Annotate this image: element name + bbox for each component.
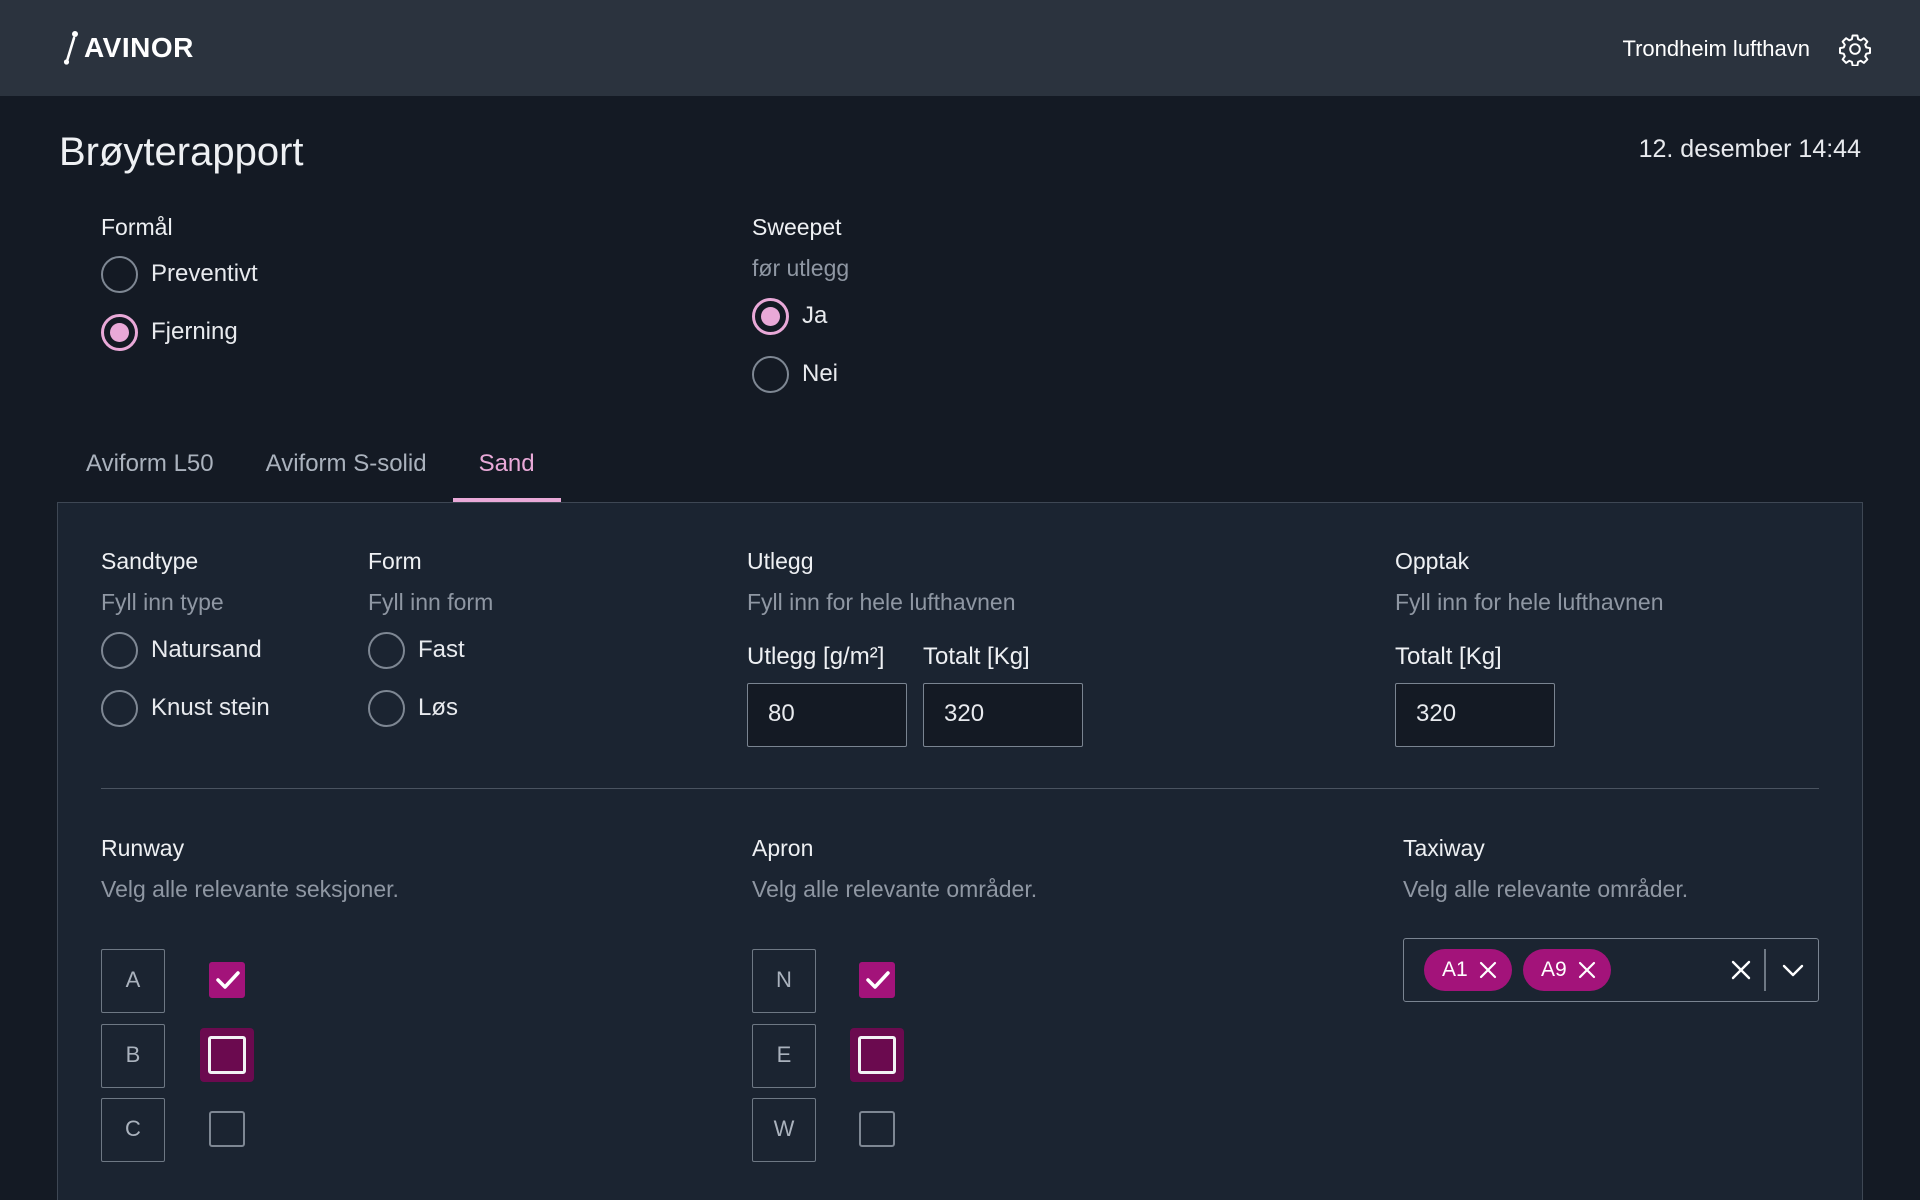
taxiway-chip-a9: A9 bbox=[1523, 949, 1611, 991]
clear-selection-icon[interactable] bbox=[1729, 958, 1753, 982]
radio-ja[interactable]: Ja bbox=[752, 296, 827, 336]
radio-circle[interactable] bbox=[368, 689, 405, 727]
chip-label: A9 bbox=[1541, 958, 1567, 981]
form-subtitle: Fyll inn form bbox=[368, 589, 494, 615]
opptak-total-label: Totalt [Kg] bbox=[1395, 643, 1502, 670]
opptak-subtitle: Fyll inn for hele lufthavnen bbox=[1395, 589, 1664, 615]
radio-circle[interactable] bbox=[101, 689, 138, 727]
runway-checkbox-b[interactable] bbox=[200, 1028, 254, 1082]
sandtype-title: Sandtype bbox=[101, 548, 199, 574]
radio-circle[interactable] bbox=[101, 313, 138, 351]
report-datetime: 12. desember 14:44 bbox=[1638, 135, 1861, 163]
sweepet-title: Sweepet bbox=[752, 214, 842, 240]
utlegg-total-input[interactable]: 320 bbox=[923, 683, 1083, 747]
utlegg-subtitle: Fyll inn for hele lufthavnen bbox=[747, 589, 1016, 615]
section-divider bbox=[101, 788, 1819, 789]
chevron-down-icon[interactable] bbox=[1781, 961, 1805, 979]
remove-chip-icon[interactable] bbox=[1478, 960, 1498, 980]
radio-circle[interactable] bbox=[101, 631, 138, 669]
checkbox[interactable] bbox=[858, 1036, 896, 1074]
utlegg-rate-label: Utlegg [g/m²] bbox=[747, 643, 885, 670]
apron-section-e: E bbox=[752, 1024, 816, 1088]
utlegg-total-label: Totalt [Kg] bbox=[923, 643, 1030, 670]
radio-label: Ja bbox=[802, 302, 828, 329]
radio-label: Fast bbox=[418, 636, 465, 663]
radio-label: Nei bbox=[802, 360, 839, 387]
runway-subtitle: Velg alle relevante seksjoner. bbox=[101, 876, 399, 902]
radio-label: Preventivt bbox=[151, 260, 258, 287]
runway-section-c: C bbox=[101, 1098, 165, 1162]
radio-fast[interactable]: Fast bbox=[368, 630, 465, 670]
chip-label: A1 bbox=[1442, 958, 1468, 981]
taxiway-title: Taxiway bbox=[1403, 835, 1485, 861]
runway-section-a: A bbox=[101, 949, 165, 1013]
apron-section-w: W bbox=[752, 1098, 816, 1162]
apron-checkbox-w[interactable] bbox=[850, 1102, 904, 1156]
taxiway-multiselect[interactable]: A1 A9 bbox=[1403, 938, 1819, 1002]
radio-fjerning[interactable]: Fjerning bbox=[101, 312, 238, 352]
gear-icon[interactable] bbox=[1838, 32, 1872, 66]
apron-subtitle: Velg alle relevante områder. bbox=[752, 876, 1038, 902]
opptak-total-input[interactable]: 320 bbox=[1395, 683, 1555, 747]
tab-sand[interactable]: Sand bbox=[452, 444, 561, 502]
logo-mark-icon bbox=[63, 31, 78, 65]
formal-title: Formål bbox=[101, 214, 173, 240]
taxiway-chip-a1: A1 bbox=[1424, 949, 1512, 991]
utlegg-title: Utlegg bbox=[747, 548, 814, 574]
remove-chip-icon[interactable] bbox=[1577, 960, 1597, 980]
check-icon bbox=[216, 971, 240, 989]
radio-label: Natursand bbox=[151, 636, 262, 663]
radio-circle[interactable] bbox=[752, 297, 789, 335]
runway-checkbox-c[interactable] bbox=[200, 1102, 254, 1156]
runway-title: Runway bbox=[101, 835, 185, 861]
checkbox[interactable] bbox=[859, 1111, 895, 1147]
apron-checkbox-e[interactable] bbox=[850, 1028, 904, 1082]
radio-circle[interactable] bbox=[752, 355, 789, 393]
tab-aviform-l50[interactable]: Aviform L50 bbox=[60, 444, 240, 502]
logo-text: AVINOR bbox=[84, 32, 194, 63]
radio-knust-stein[interactable]: Knust stein bbox=[101, 688, 270, 728]
sweepet-subtitle: før utlegg bbox=[752, 255, 850, 281]
radio-label: Løs bbox=[418, 694, 459, 721]
checkbox[interactable] bbox=[209, 962, 245, 998]
runway-section-b: B bbox=[101, 1024, 165, 1088]
utlegg-rate-input[interactable]: 80 bbox=[747, 683, 907, 747]
check-icon bbox=[866, 971, 890, 989]
radio-preventivt[interactable]: Preventivt bbox=[101, 254, 258, 294]
airport-name: Trondheim lufthavn bbox=[1622, 36, 1810, 61]
tab-aviform-s-solid[interactable]: Aviform S-solid bbox=[240, 444, 453, 502]
sandtype-subtitle: Fyll inn type bbox=[101, 589, 224, 615]
radio-los[interactable]: Løs bbox=[368, 688, 458, 728]
taxiway-subtitle: Velg alle relevante områder. bbox=[1403, 876, 1689, 902]
radio-label: Fjerning bbox=[151, 318, 238, 345]
checkbox[interactable] bbox=[208, 1036, 246, 1074]
opptak-title: Opptak bbox=[1395, 548, 1470, 574]
radio-circle[interactable] bbox=[368, 631, 405, 669]
radio-nei[interactable]: Nei bbox=[752, 354, 838, 394]
checkbox[interactable] bbox=[859, 962, 895, 998]
radio-label: Knust stein bbox=[151, 694, 270, 721]
apron-checkbox-n[interactable] bbox=[850, 953, 904, 1007]
apron-title: Apron bbox=[752, 835, 814, 861]
radio-natursand[interactable]: Natursand bbox=[101, 630, 262, 670]
product-tabs: Aviform L50 Aviform S-solid Sand bbox=[60, 444, 561, 504]
multiselect-separator bbox=[1764, 949, 1766, 991]
page-title: Brøyterapport bbox=[59, 130, 304, 174]
top-bar: AVINOR Trondheim lufthavn bbox=[0, 0, 1920, 96]
radio-circle[interactable] bbox=[101, 255, 138, 293]
runway-checkbox-a[interactable] bbox=[200, 953, 254, 1007]
form-title: Form bbox=[368, 548, 422, 574]
checkbox[interactable] bbox=[209, 1111, 245, 1147]
apron-section-n: N bbox=[752, 949, 816, 1013]
avinor-logo[interactable]: AVINOR bbox=[62, 30, 194, 66]
